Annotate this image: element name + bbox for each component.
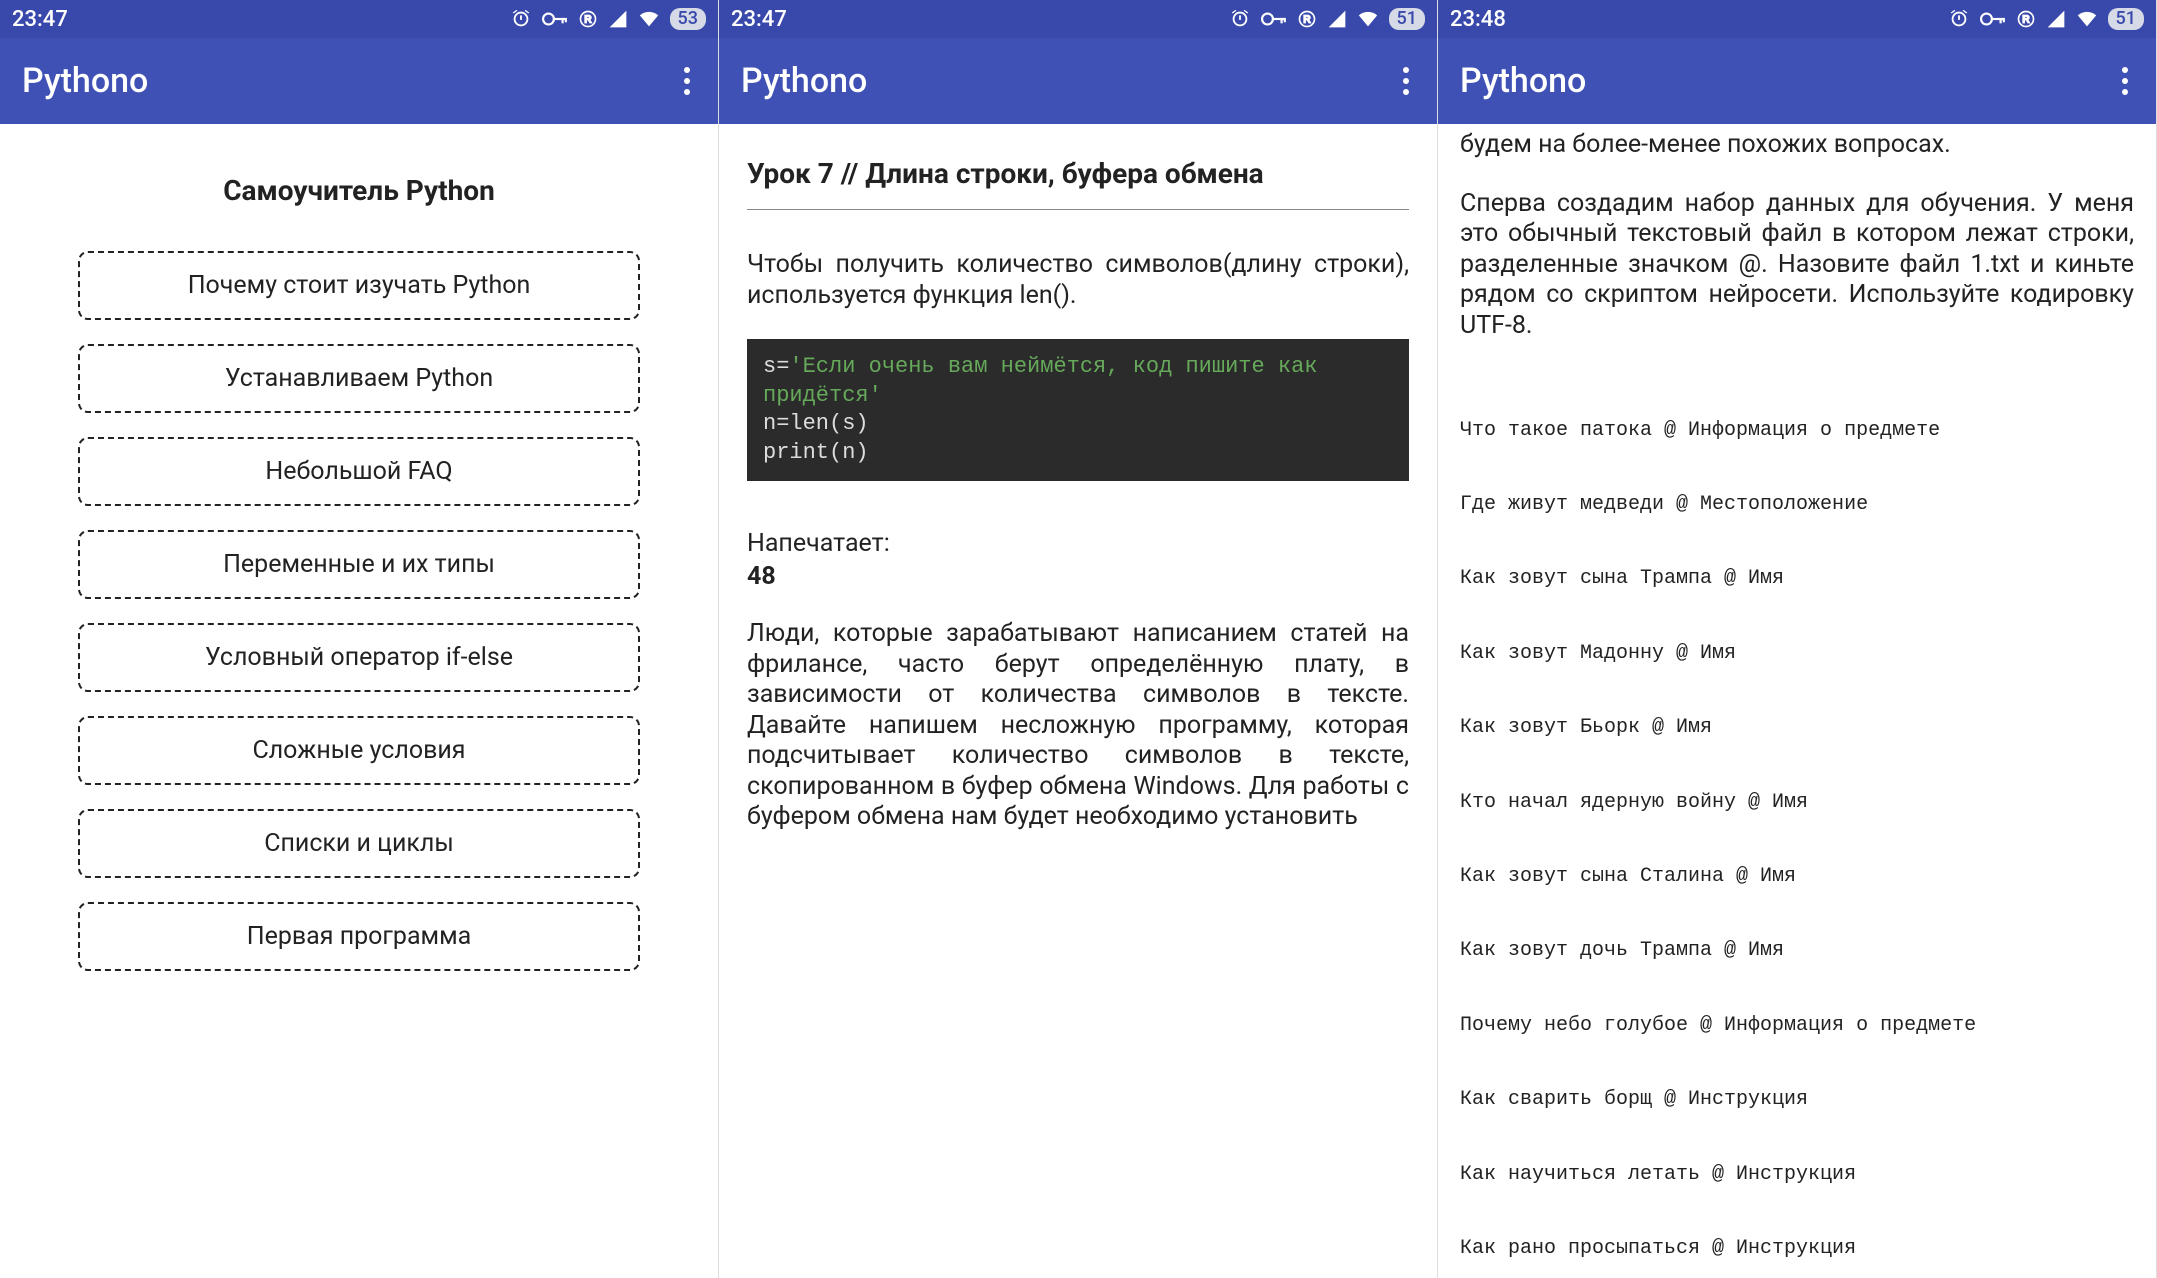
app-bar: Pythono	[1438, 38, 2156, 124]
article-paragraph: Сперва создадим набор данных для обучени…	[1460, 189, 2134, 342]
code-line: n=len(s)	[763, 410, 1393, 439]
dataset-line: Как зовут дочь Трампа @ Имя	[1460, 939, 2134, 964]
dataset-line: Как зовут сына Сталина @ Имя	[1460, 865, 2134, 890]
overflow-menu-icon[interactable]	[2114, 59, 2130, 103]
alarm-icon	[1229, 8, 1251, 30]
dataset-list: Что такое патока @ Информация о предмете…	[1460, 369, 2134, 1278]
dataset-line: Почему небо голубое @ Информация о предм…	[1460, 1014, 2134, 1039]
dataset-line: Как сварить борщ @ Инструкция	[1460, 1088, 2134, 1113]
toc-item[interactable]: Устанавливаем Python	[78, 344, 640, 413]
toc-item[interactable]: Списки и циклы	[78, 809, 640, 878]
table-of-contents: Самоучитель Python Почему стоит изучать …	[0, 124, 718, 1278]
output-value: 48	[747, 562, 1409, 591]
toc-item[interactable]: Почему стоит изучать Python	[78, 251, 640, 320]
status-bar: 23:48 R 51	[1438, 0, 2156, 38]
lesson-intro: Чтобы получить количество символов(длину…	[747, 250, 1409, 311]
app-bar: Pythono	[0, 38, 718, 124]
status-icons: R 51	[1506, 8, 2144, 30]
lesson-body: Люди, которые зарабатывают написанием ст…	[747, 619, 1409, 833]
cell-signal-icon	[1327, 9, 1347, 29]
toc-item[interactable]: Переменные и их типы	[78, 530, 640, 599]
alarm-icon	[510, 8, 532, 30]
code-line: print(n)	[763, 439, 1393, 468]
output-label: Напечатает:	[747, 529, 1409, 558]
cell-signal-icon	[608, 9, 628, 29]
cell-signal-icon	[2046, 9, 2066, 29]
toc-item[interactable]: Условный оператор if-else	[78, 623, 640, 692]
phone-screen-toc: 23:47 R 53 Pythono Самоучитель Python По…	[0, 0, 719, 1278]
article-paragraph: будем на более-менее похожих вопросах.	[1460, 130, 2134, 161]
phone-screen-lesson: 23:47 R 51 Pythono Урок 7 // Длина строк…	[719, 0, 1438, 1278]
divider	[747, 209, 1409, 210]
status-bar: 23:47 R 51	[719, 0, 1437, 38]
alarm-icon	[1948, 8, 1970, 30]
status-icons: R 51	[787, 8, 1425, 30]
dataset-line: Как научиться летать @ Инструкция	[1460, 1163, 2134, 1188]
vpn-key-icon	[1261, 8, 1287, 30]
dataset-line: Где живут медведи @ Местоположение	[1460, 493, 2134, 518]
app-title: Pythono	[1460, 61, 2114, 101]
status-time: 23:47	[12, 7, 68, 32]
lesson-content[interactable]: Урок 7 // Длина строки, буфера обмена Чт…	[719, 124, 1437, 1278]
app-title: Pythono	[741, 61, 1395, 101]
battery-level: 51	[1389, 8, 1425, 30]
dataset-line: Как рано просыпаться @ Инструкция	[1460, 1237, 2134, 1262]
toc-item[interactable]: Первая программа	[78, 902, 640, 971]
vpn-key-icon	[1980, 8, 2006, 30]
registered-icon: R	[2016, 9, 2036, 29]
overflow-menu-icon[interactable]	[676, 59, 692, 103]
wifi-icon	[638, 9, 660, 29]
article-content[interactable]: будем на более-менее похожих вопросах. С…	[1438, 124, 2156, 1278]
status-icons: R 53	[68, 8, 706, 30]
svg-text:R: R	[584, 14, 591, 25]
app-bar: Pythono	[719, 38, 1437, 124]
svg-text:R: R	[2022, 14, 2029, 25]
toc-item[interactable]: Небольшой FAQ	[78, 437, 640, 506]
dataset-line: Кто начал ядерную войну @ Имя	[1460, 791, 2134, 816]
phone-screen-article: 23:48 R 51 Pythono будем на более-менее …	[1438, 0, 2157, 1278]
status-bar: 23:47 R 53	[0, 0, 718, 38]
registered-icon: R	[1297, 9, 1317, 29]
toc-title: Самоучитель Python	[78, 174, 640, 207]
dataset-line: Как зовут Мадонну @ Имя	[1460, 642, 2134, 667]
registered-icon: R	[578, 9, 598, 29]
battery-level: 53	[670, 8, 706, 30]
battery-level: 51	[2108, 8, 2144, 30]
lesson-heading: Урок 7 // Длина строки, буфера обмена	[747, 156, 1409, 191]
toc-item[interactable]: Сложные условия	[78, 716, 640, 785]
svg-text:R: R	[1303, 14, 1310, 25]
status-time: 23:48	[1450, 7, 1506, 32]
app-title: Pythono	[22, 61, 676, 101]
vpn-key-icon	[542, 8, 568, 30]
dataset-line: Что такое патока @ Информация о предмете	[1460, 419, 2134, 444]
dataset-line: Как зовут сына Трампа @ Имя	[1460, 567, 2134, 592]
wifi-icon	[2076, 9, 2098, 29]
overflow-menu-icon[interactable]	[1395, 59, 1411, 103]
code-line: s='Если очень вам неймётся, код пишите к…	[763, 353, 1393, 410]
code-block: s='Если очень вам неймётся, код пишите к…	[747, 339, 1409, 481]
wifi-icon	[1357, 9, 1379, 29]
dataset-line: Как зовут Бьорк @ Имя	[1460, 716, 2134, 741]
status-time: 23:47	[731, 7, 787, 32]
